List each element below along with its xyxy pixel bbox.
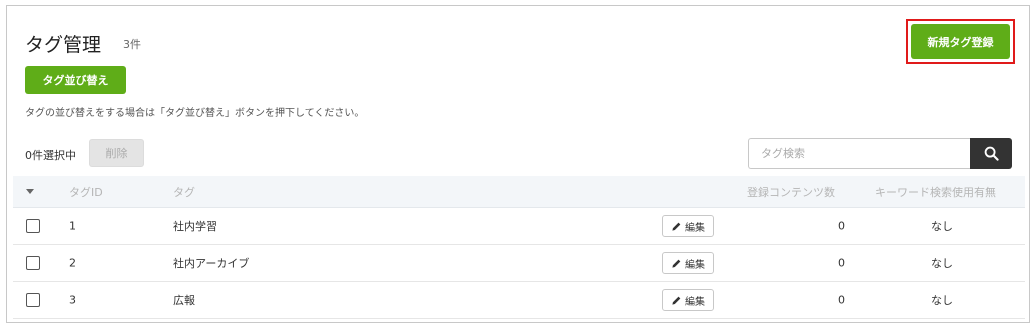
table-row: 2 社内アーカイブ 編集 0 なし (13, 245, 1025, 282)
tag-name: 社内アーカイブ (173, 257, 250, 270)
edit-label: 編集 (685, 259, 705, 271)
row-checkbox[interactable] (26, 293, 40, 307)
row-checkbox[interactable] (26, 219, 40, 233)
tag-id: 2 (69, 256, 76, 270)
new-tag-button[interactable]: 新規タグ登録 (911, 24, 1010, 59)
search-icon (984, 146, 999, 161)
edit-label: 編集 (685, 296, 705, 308)
table-row: 3 広報 編集 0 なし (13, 282, 1025, 319)
pencil-icon (672, 222, 681, 231)
contents-count: 0 (838, 293, 845, 307)
header-tag-id[interactable]: タグID (69, 184, 103, 200)
contents-count: 0 (838, 256, 845, 270)
tag-id: 3 (69, 293, 76, 307)
tag-name: 広報 (173, 294, 195, 307)
tag-id: 1 (69, 219, 76, 233)
tag-search-input[interactable] (748, 138, 970, 169)
sort-instruction: タグの並び替えをする場合は「タグ並び替え」ボタンを押下してください。 (25, 108, 365, 119)
page-title: タグ管理 (25, 34, 102, 56)
edit-button[interactable]: 編集 (662, 252, 714, 274)
table-header: タグID タグ 登録コンテンツ数 キーワード検索使用有無 (13, 176, 1025, 208)
selected-count: 0件選択中 (25, 149, 76, 162)
edit-label: 編集 (685, 222, 705, 234)
pencil-icon (672, 259, 681, 268)
edit-button[interactable]: 編集 (662, 289, 714, 311)
header-tag[interactable]: タグ (173, 184, 195, 200)
sort-tags-button[interactable]: タグ並び替え (25, 66, 126, 94)
keyword-usage: なし (931, 220, 953, 233)
keyword-usage: なし (931, 257, 953, 270)
keyword-usage: なし (931, 294, 953, 307)
tag-name: 社内学習 (173, 220, 217, 233)
table-row: 1 社内学習 編集 0 なし (13, 208, 1025, 245)
pencil-icon (672, 296, 681, 305)
delete-button[interactable]: 削除 (89, 139, 144, 167)
search-button[interactable] (970, 138, 1012, 169)
tag-management-panel: タグ管理 3件 新規タグ登録 タグ並び替え タグの並び替えをする場合は「タグ並び… (6, 5, 1030, 323)
header-contents-count[interactable]: 登録コンテンツ数 (747, 184, 835, 200)
row-checkbox[interactable] (26, 256, 40, 270)
header-keyword-usage[interactable]: キーワード検索使用有無 (875, 184, 996, 200)
edit-button[interactable]: 編集 (662, 215, 714, 237)
tag-count: 3件 (123, 38, 141, 51)
contents-count: 0 (838, 219, 845, 233)
caret-down-icon[interactable] (26, 189, 34, 194)
tag-table: タグID タグ 登録コンテンツ数 キーワード検索使用有無 1 社内学習 編集 0… (13, 176, 1025, 319)
